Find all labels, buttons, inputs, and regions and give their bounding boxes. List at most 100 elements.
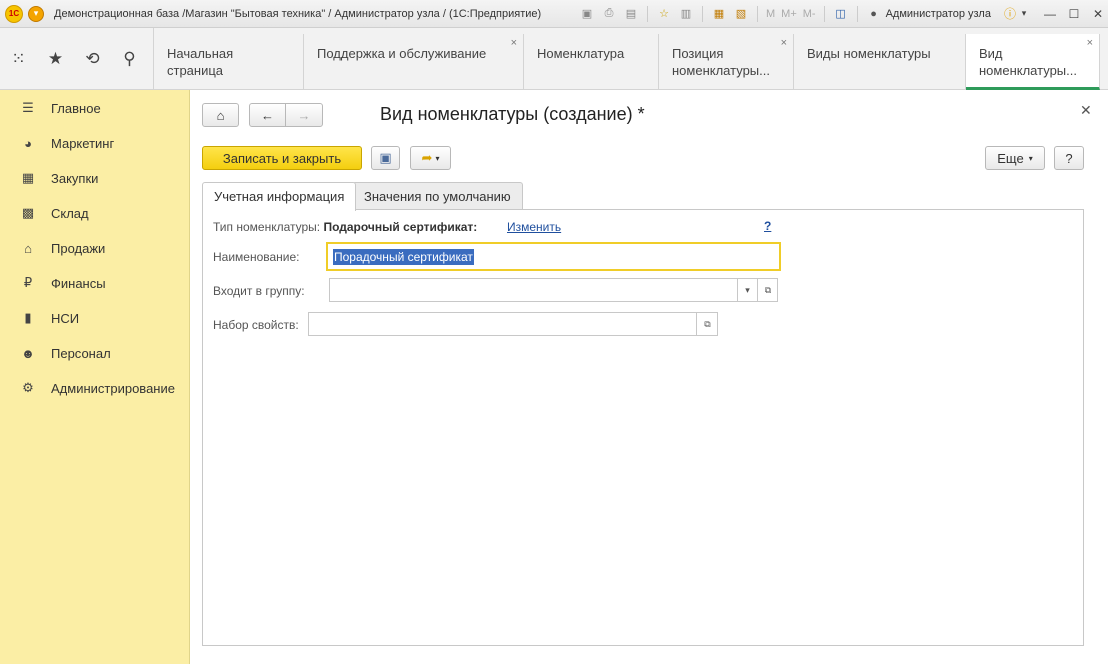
- favorites-star-icon[interactable]: ★: [37, 41, 74, 78]
- floppy-disk-icon: ▣: [379, 150, 392, 165]
- memory-button[interactable]: M: [766, 8, 775, 20]
- calendar-icon[interactable]: ▧: [733, 6, 749, 22]
- history-icon[interactable]: ▥: [678, 6, 694, 22]
- memory-plus-button[interactable]: M+: [781, 8, 797, 20]
- tab-label: Поддержка и обслуживание: [317, 46, 487, 61]
- sidebar-item-label: Персонал: [51, 345, 111, 361]
- forward-button[interactable]: →: [285, 103, 323, 127]
- close-window-button[interactable]: ✕: [1089, 6, 1107, 22]
- open-item-icon[interactable]: ⧉: [757, 278, 778, 302]
- info-menu-chevron-icon[interactable]: ▾: [1019, 6, 1029, 22]
- save-and-close-button[interactable]: Записать и закрыть: [202, 146, 362, 170]
- type-label: Тип номенклатуры:: [213, 220, 321, 234]
- chevron-down-icon: ▾: [1028, 153, 1033, 163]
- sidebar-item-warehouse[interactable]: ▩ Склад: [20, 203, 89, 223]
- close-form-icon[interactable]: ✕: [1080, 102, 1092, 119]
- props-label: Набор свойств:: [213, 318, 299, 332]
- sidebar-item-label: Маркетинг: [51, 135, 115, 151]
- chevron-down-icon: ▾: [435, 153, 440, 163]
- maximize-button[interactable]: ☐: [1065, 6, 1083, 22]
- current-user[interactable]: Администратор узла: [886, 8, 991, 20]
- print-icon[interactable]: ⎙: [601, 6, 617, 22]
- sidebar-item-label: Финансы: [51, 275, 106, 291]
- tab-home[interactable]: Начальная страница: [154, 34, 304, 90]
- create-based-on-button[interactable]: ➦ ▾: [410, 146, 451, 170]
- toolbar-divider: [856, 5, 858, 22]
- sidebar-item-label: Закупки: [51, 170, 99, 186]
- tab-default-values[interactable]: Значения по умолчанию: [352, 182, 523, 210]
- sidebar-item-finance[interactable]: ₽ Финансы: [20, 273, 106, 293]
- panel-layout-icon[interactable]: ◫: [833, 6, 849, 22]
- tab-label: Виды номенклатуры: [807, 46, 931, 61]
- group-input[interactable]: ▾ ⧉: [329, 278, 778, 302]
- toolbar-divider: [702, 5, 703, 22]
- form-panel: [202, 209, 1084, 646]
- sidebar-item-purchases[interactable]: ▦ Закупки: [20, 168, 99, 188]
- minimize-button[interactable]: —: [1041, 6, 1059, 22]
- properties-set-input[interactable]: ⧉: [308, 312, 718, 336]
- form-title: Вид номенклатуры (создание) *: [380, 104, 645, 124]
- info-icon[interactable]: ⓘ: [1001, 6, 1019, 22]
- help-button[interactable]: ?: [1054, 146, 1084, 170]
- sidebar-item-sales[interactable]: ⌂ Продажи: [20, 238, 105, 258]
- toolbar-divider: [647, 5, 648, 22]
- sidebar-item-label: НСИ: [51, 310, 80, 326]
- person-icon: ☻: [21, 345, 35, 361]
- sections-sidebar: ☰ Главное ◕ Маркетинг ▦ Закупки ▩ Склад …: [0, 90, 190, 664]
- close-icon[interactable]: ×: [1087, 35, 1093, 52]
- help-link[interactable]: ?: [764, 219, 771, 233]
- tab-label: Начальная страница: [167, 46, 234, 78]
- home-button[interactable]: ⌂: [202, 103, 239, 127]
- memory-minus-button[interactable]: M-: [803, 8, 816, 20]
- toolbar-divider: [823, 5, 825, 22]
- calculator-icon[interactable]: ▦: [711, 6, 727, 22]
- save-button[interactable]: ▣: [371, 146, 400, 170]
- arrow-left-icon: ←: [261, 107, 274, 123]
- sidebar-item-marketing[interactable]: ◕ Маркетинг: [20, 133, 114, 153]
- open-item-icon[interactable]: ⧉: [696, 312, 718, 336]
- tab-nomenclature-types[interactable]: Виды номенклатуры: [794, 34, 966, 90]
- tab-label: Вид номенклатуры...: [979, 46, 1077, 78]
- search-icon[interactable]: ⚲: [111, 41, 148, 78]
- sidebar-item-reference[interactable]: ▮ НСИ: [20, 308, 79, 328]
- sidebar-item-label: Склад: [51, 205, 89, 221]
- change-type-link[interactable]: Изменить: [507, 220, 561, 234]
- history-icon[interactable]: ⟲: [74, 41, 111, 78]
- sidebar-item-label: Главное: [51, 100, 101, 116]
- folder-arrow-icon: ➦: [421, 150, 433, 165]
- nav-icons: ⁙ ★ ⟲ ⚲: [0, 28, 154, 90]
- close-icon[interactable]: ×: [511, 35, 517, 52]
- window-title: Демонстрационная база /Магазин "Бытовая …: [54, 7, 542, 20]
- sidebar-item-personnel[interactable]: ☻ Персонал: [20, 343, 111, 363]
- save-icon[interactable]: ▣: [579, 6, 595, 22]
- preview-icon[interactable]: ▤: [623, 6, 639, 22]
- home-icon: ⌂: [216, 107, 225, 123]
- arrow-right-icon: →: [297, 107, 311, 123]
- window-title-bar: 1C ▾ Демонстрационная база /Магазин "Быт…: [0, 0, 1108, 28]
- name-input[interactable]: Порадочный сертификат: [326, 242, 781, 271]
- tab-support[interactable]: Поддержка и обслуживание ×: [304, 34, 524, 90]
- pie-chart-icon: ◕: [24, 135, 32, 151]
- name-label: Наименование:: [213, 250, 300, 264]
- apps-grid-icon[interactable]: ⁙: [0, 41, 37, 78]
- toolbar-divider: [757, 5, 758, 22]
- main-menu-button[interactable]: ▾: [28, 5, 44, 22]
- tab-label: Позиция номенклатуры...: [672, 46, 770, 78]
- dropdown-chevron-icon[interactable]: ▾: [737, 278, 757, 302]
- type-row: Тип номенклатуры: Подарочный сертификат:: [213, 220, 477, 234]
- back-button[interactable]: ←: [249, 103, 286, 127]
- tab-nomenclature-item[interactable]: Позиция номенклатуры... ×: [659, 34, 794, 90]
- more-button[interactable]: Еще ▾: [985, 146, 1045, 170]
- favorites-icon[interactable]: ☆: [656, 6, 672, 22]
- tab-accounting-info[interactable]: Учетная информация: [202, 182, 357, 211]
- tab-nomenclature-type[interactable]: Вид номенклатуры... ×: [966, 34, 1100, 90]
- close-icon[interactable]: ×: [781, 35, 787, 52]
- ruble-coin-icon: ₽: [23, 275, 33, 290]
- gear-icon: ⚙: [22, 380, 34, 395]
- warehouse-grid-icon: ▩: [21, 205, 35, 220]
- tab-nomenclature[interactable]: Номенклатура: [524, 34, 659, 90]
- sidebar-item-main[interactable]: ☰ Главное: [20, 98, 101, 118]
- type-value: Подарочный сертификат:: [323, 220, 478, 234]
- group-label: Входит в группу:: [213, 284, 305, 298]
- sidebar-item-administration[interactable]: ⚙ Администрирование: [20, 378, 175, 398]
